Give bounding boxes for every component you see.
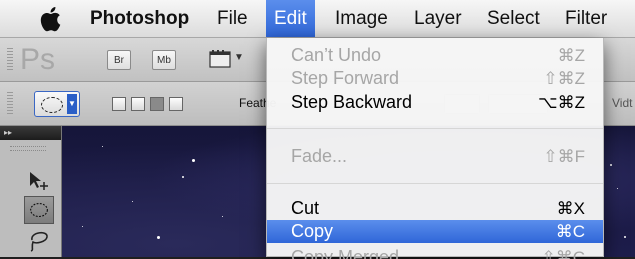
photoshop-logo: Ps bbox=[20, 43, 56, 76]
lasso-tool-icon[interactable] bbox=[24, 226, 54, 254]
menu-item-label: Fade... bbox=[291, 146, 348, 166]
mac-menu-bar: Photoshop File Edit Image Layer Select F… bbox=[0, 0, 635, 38]
menu-layer[interactable]: Layer bbox=[414, 0, 462, 37]
star bbox=[624, 236, 626, 238]
launch-bridge-button[interactable]: Br bbox=[107, 50, 131, 70]
chevron-down-icon: ▼ bbox=[67, 94, 77, 114]
apple-logo-icon[interactable] bbox=[39, 6, 61, 32]
menu-item-copy[interactable]: Copy ⌘C bbox=[267, 220, 603, 243]
launch-mini-bridge-button[interactable]: Mb bbox=[152, 50, 176, 70]
menu-item-step-backward[interactable]: Step Backward ⌥⌘Z bbox=[267, 91, 603, 114]
grip-handle[interactable] bbox=[7, 48, 13, 72]
options-grip-handle[interactable] bbox=[7, 92, 13, 116]
menu-item-shortcut: ⇧⌘F bbox=[543, 147, 585, 166]
tool-preset-picker[interactable]: ▼ bbox=[34, 91, 80, 117]
menu-item-shortcut: ⇧⌘Z bbox=[543, 69, 585, 88]
tools-grip[interactable] bbox=[10, 146, 46, 151]
menu-file[interactable]: File bbox=[217, 0, 248, 37]
menu-item-fade[interactable]: Fade... ⇧⌘F bbox=[267, 145, 603, 168]
new-selection-button[interactable] bbox=[112, 97, 126, 111]
star bbox=[132, 201, 133, 202]
star bbox=[610, 164, 612, 166]
menu-item-shortcut: ⌘Z bbox=[557, 46, 585, 65]
menu-item-label: Step Backward bbox=[291, 92, 413, 112]
menu-item-label: Can’t Undo bbox=[291, 45, 382, 65]
menu-image[interactable]: Image bbox=[335, 0, 388, 37]
menu-edit[interactable]: Edit bbox=[266, 0, 315, 37]
menu-item-label: Copy bbox=[291, 221, 334, 241]
width-label: Vidt bbox=[612, 96, 633, 110]
tools-panel-header[interactable]: ▸▸ bbox=[0, 126, 61, 140]
edit-menu-dropdown: Can’t Undo ⌘Z Step Forward ⇧⌘Z Step Back… bbox=[266, 38, 604, 259]
menu-item-shortcut: ⌥⌘Z bbox=[538, 93, 585, 112]
tools-panel: ▸▸ bbox=[0, 126, 62, 257]
star bbox=[102, 146, 103, 147]
menu-separator bbox=[267, 128, 603, 129]
star bbox=[182, 176, 184, 178]
menu-item-shortcut: ⌘C bbox=[555, 222, 585, 241]
screen-mode-icon[interactable] bbox=[209, 49, 231, 69]
menu-item-shortcut: ⇧⌘C bbox=[541, 248, 585, 259]
menu-item-label: Cut bbox=[291, 198, 320, 218]
menu-item-cut[interactable]: Cut ⌘X bbox=[267, 197, 603, 220]
menu-filter[interactable]: Filter bbox=[565, 0, 607, 37]
menu-item-step-forward[interactable]: Step Forward ⇧⌘Z bbox=[267, 67, 603, 90]
menu-item-label: Step Forward bbox=[291, 68, 400, 88]
star bbox=[192, 159, 195, 162]
screen-mode-dropdown[interactable]: ▼ bbox=[234, 52, 244, 63]
star bbox=[82, 226, 83, 227]
star bbox=[222, 216, 223, 217]
menu-item-shortcut: ⌘X bbox=[556, 199, 585, 218]
star bbox=[617, 188, 618, 189]
menu-select[interactable]: Select bbox=[487, 0, 540, 37]
elliptical-marquee-tool-icon[interactable] bbox=[24, 196, 54, 224]
star bbox=[157, 236, 160, 239]
menu-item-label: Copy Merged bbox=[291, 247, 400, 259]
ellipse-marquee-icon bbox=[41, 97, 63, 113]
menu-item-undo[interactable]: Can’t Undo ⌘Z bbox=[267, 44, 603, 67]
move-tool-icon[interactable] bbox=[24, 166, 54, 194]
intersect-selection-button[interactable] bbox=[169, 97, 183, 111]
menu-photoshop[interactable]: Photoshop bbox=[90, 0, 189, 37]
add-to-selection-button[interactable] bbox=[131, 97, 145, 111]
subtract-from-selection-button[interactable] bbox=[150, 97, 164, 111]
menu-separator bbox=[267, 183, 603, 184]
